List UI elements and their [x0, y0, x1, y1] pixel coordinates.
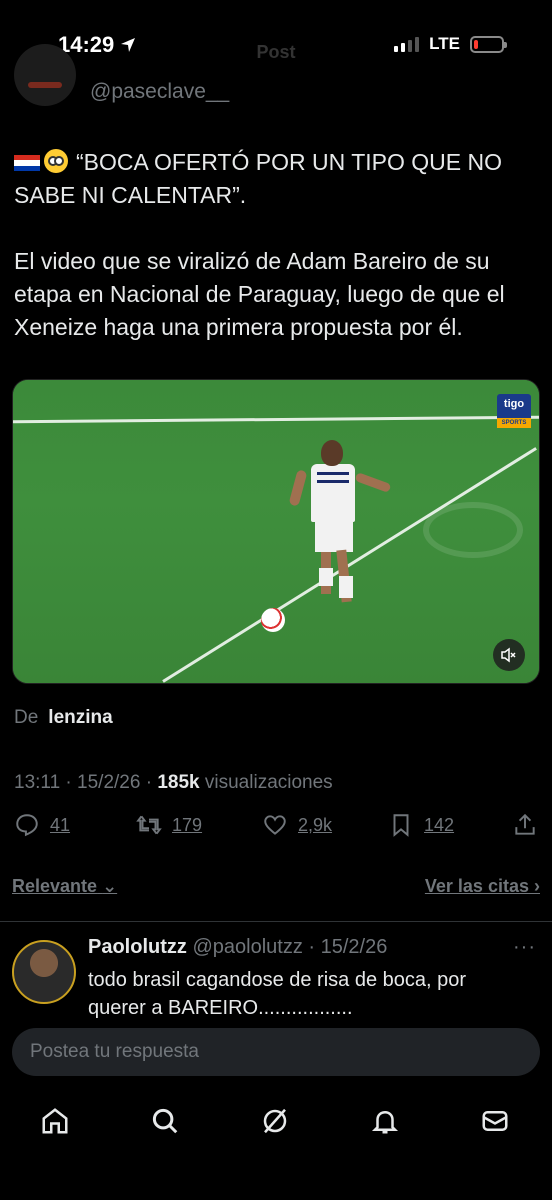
battery-icon — [470, 35, 507, 53]
network-label: LTE — [429, 34, 460, 53]
divider — [0, 921, 552, 922]
tweet-headline-line: “BOCA OFERTÓ POR UN TIPO QUE NO SABE NI … — [14, 146, 534, 212]
views-label: visualizaciones — [204, 772, 333, 793]
status-bar: 14:29 Post LTE — [0, 0, 552, 92]
tweet-actions: 41 179 2,9k 142 — [14, 812, 542, 852]
speaker-muted-icon — [501, 647, 516, 663]
bookmark-button[interactable]: 142 — [388, 812, 454, 838]
reply-item[interactable]: Paololutzz @paololutzz · 15/2/26 ··· tod… — [0, 930, 552, 1018]
home-icon — [42, 1108, 68, 1134]
reply-header: Paololutzz @paololutzz · 15/2/26 — [88, 936, 388, 958]
chevron-down-icon: ⌄ — [102, 876, 118, 896]
views-count: 185k — [157, 772, 200, 793]
status-indicators: LTE — [394, 34, 507, 54]
from-user-link[interactable]: lenzina — [48, 707, 112, 728]
broadcaster-sub: SPORTS — [497, 418, 531, 428]
reply-input[interactable] — [12, 1028, 540, 1076]
search-icon — [152, 1108, 178, 1134]
reply-avatar[interactable] — [12, 940, 76, 1004]
author-avatar[interactable] — [14, 44, 76, 106]
repost-button[interactable]: 179 — [136, 812, 202, 838]
video-player[interactable]: tigo SPORTS — [12, 379, 540, 684]
flushed-face-icon — [44, 149, 68, 173]
from-label: De — [14, 707, 39, 728]
tweet-headline: “BOCA OFERTÓ POR UN TIPO QUE NO SABE NI … — [14, 149, 502, 208]
tweet-body: El video que se viralizó de Adam Bareiro… — [14, 248, 505, 340]
grok-icon — [263, 1108, 287, 1134]
repost-count: 179 — [172, 814, 203, 835]
reply-text: todo brasil cagandose de risa de boca, p… — [88, 969, 467, 1018]
tab-search[interactable] — [148, 1104, 182, 1138]
reply-composer[interactable] — [12, 1028, 540, 1076]
reply-handle: @paololutzz — [192, 936, 303, 958]
heart-icon — [264, 815, 286, 835]
tab-home[interactable] — [38, 1104, 72, 1138]
share-icon — [515, 813, 535, 835]
author-handle[interactable]: @paseclave__ — [90, 80, 229, 104]
tweet-text: “BOCA OFERTÓ POR UN TIPO QUE NO SABE NI … — [14, 146, 534, 344]
chevron-right-icon: › — [534, 876, 540, 896]
watermark — [423, 502, 523, 558]
video-source: De lenzina — [14, 707, 113, 729]
tab-notifications[interactable] — [368, 1104, 402, 1138]
tweet-time: 13:11 — [14, 772, 61, 793]
tab-grok[interactable] — [258, 1104, 292, 1138]
view-quotes-label: Ver las citas — [424, 876, 529, 896]
soccer-ball — [261, 608, 285, 632]
like-count: 2,9k — [298, 814, 333, 835]
reply-icon — [16, 814, 38, 837]
sort-relevant-button[interactable]: Relevante ⌄ — [12, 876, 117, 897]
like-button[interactable]: 2,9k — [262, 812, 332, 838]
tab-messages[interactable] — [478, 1104, 512, 1138]
bookmark-count: 142 — [424, 814, 455, 835]
tweet-date: 15/2/26 — [77, 772, 141, 793]
share-button[interactable] — [512, 812, 538, 838]
messages-icon — [482, 1111, 508, 1131]
reply-name[interactable]: Paololutzz — [88, 936, 187, 958]
sort-relevant-label: Relevante — [12, 876, 98, 896]
broadcaster-logo-text: tigo — [503, 398, 525, 410]
signal-icon — [394, 36, 420, 52]
broadcaster-logo: tigo SPORTS — [497, 394, 531, 428]
reply-date: 15/2/26 — [320, 936, 388, 958]
bookmark-icon — [393, 814, 409, 837]
repost-icon — [136, 815, 162, 835]
view-quotes-link[interactable]: Ver las citas › — [425, 876, 540, 897]
soccer-player — [288, 440, 392, 620]
tweet-meta: 13:11 · 15/2/26 · 185k visualizaciones — [14, 772, 333, 793]
reply-button[interactable]: 41 — [14, 812, 70, 838]
paraguay-flag-icon — [14, 155, 40, 171]
mute-button[interactable] — [493, 639, 525, 671]
more-icon[interactable]: ··· — [513, 936, 536, 959]
notifications-icon — [371, 1110, 399, 1134]
reply-count: 41 — [50, 814, 71, 835]
bottom-tab-bar — [0, 1096, 552, 1146]
